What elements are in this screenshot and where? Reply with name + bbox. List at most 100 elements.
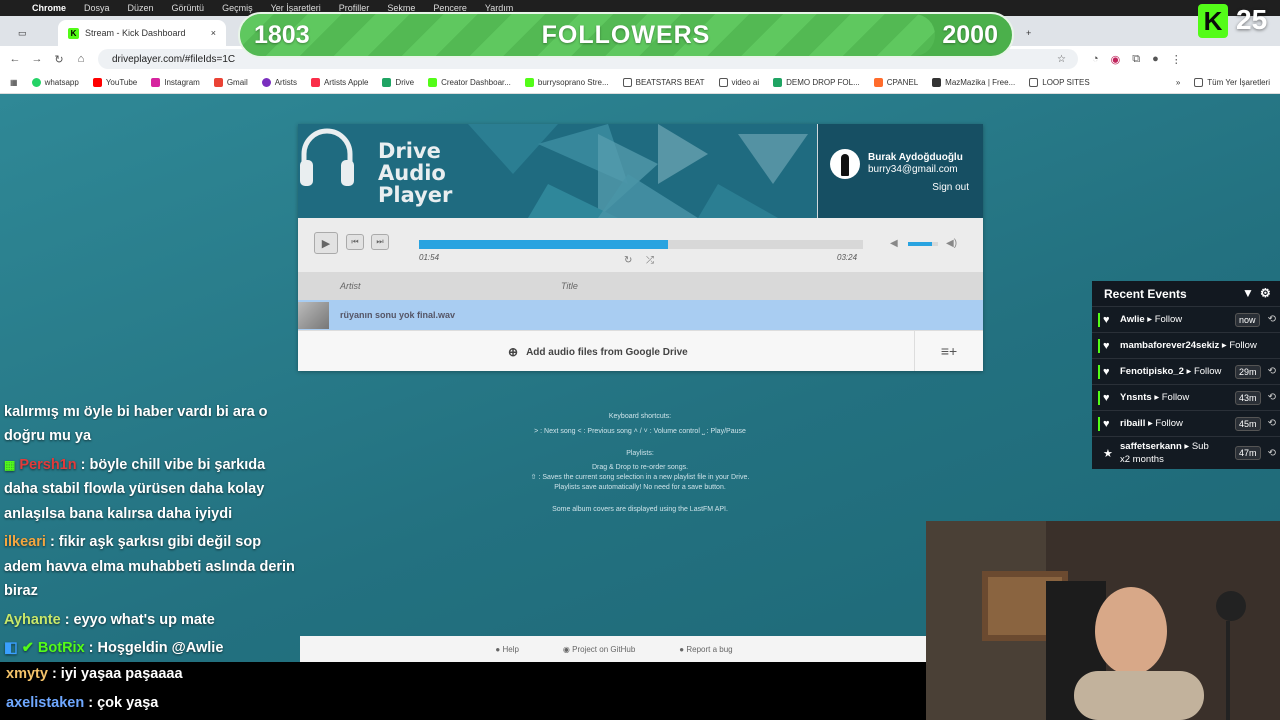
bookmark-item[interactable]: Artists Apple [310, 78, 368, 87]
bookmark-item[interactable]: DEMO DROP FOL... [773, 78, 860, 87]
new-tab-icon[interactable]: + [1016, 20, 1036, 46]
viewer-count: 25 [1236, 4, 1268, 35]
event-row[interactable]: ♥ mambaforever24sekiz ▸ Follow [1092, 332, 1280, 358]
replay-icon[interactable]: ⟲ [1268, 314, 1276, 325]
gmail-icon [213, 78, 223, 87]
gear-icon[interactable]: ⚙ [1260, 286, 1271, 300]
tab-kick-dashboard[interactable]: K Stream - Kick Dashboard × [58, 20, 226, 46]
bookmark-label: YouTube [105, 78, 138, 87]
shuffle-icon[interactable]: ⤮ [646, 255, 654, 266]
menu-item[interactable]: Görüntü [172, 3, 205, 13]
add-from-drive-button[interactable]: ⊕ Add audio files from Google Drive [508, 345, 688, 359]
folder-icon [1194, 78, 1204, 87]
reload-icon[interactable]: ↻ [48, 53, 70, 66]
chat-username[interactable]: Ayhante [4, 612, 61, 628]
chat-username[interactable]: axelistaken [6, 695, 84, 711]
replay-icon[interactable]: ⟲ [1268, 392, 1276, 403]
extensions-puzzle-icon[interactable]: ⧉ [1132, 53, 1140, 66]
event-row[interactable]: ♥ Ynsnts ▸ Follow 43m ⟲ [1092, 384, 1280, 410]
back-icon[interactable]: ← [4, 53, 26, 65]
all-bookmarks-item[interactable]: Tüm Yer İşaretleri [1194, 78, 1270, 87]
apps-grid-icon[interactable]: ▦ [10, 78, 18, 87]
bookmark-item[interactable]: burrysoprano Stre... [524, 78, 609, 87]
bookmark-item[interactable]: Artists [261, 78, 297, 87]
drive-audio-player: Drive Audio Player Burak Aydoğduoğlu bur… [298, 124, 983, 371]
replay-icon[interactable]: ⟲ [1268, 418, 1276, 429]
url-text: driveplayer.com/#fileIds=1C [112, 53, 236, 65]
menu-item[interactable]: Düzen [128, 3, 154, 13]
github-link[interactable]: ◉ Project on GitHub [563, 645, 635, 654]
forward-icon[interactable]: → [26, 53, 48, 65]
bookmark-item[interactable]: Instagram [151, 78, 200, 87]
bookmark-item[interactable]: Creator Dashboar... [428, 78, 511, 87]
event-action: Follow [1193, 366, 1222, 377]
seek-bar-fill [419, 240, 668, 249]
track-row[interactable]: rüyanın sonu yok final.wav [298, 300, 983, 330]
event-text: Ynsnts ▸ Follow [1120, 392, 1190, 403]
bookmark-item[interactable]: BEATSTARS BEAT [622, 78, 705, 87]
report-bug-link[interactable]: ● Report a bug [679, 645, 732, 654]
seek-bar[interactable] [419, 240, 863, 249]
menu-item[interactable]: Geçmiş [222, 3, 253, 13]
bookmark-star-icon[interactable]: ☆ [1057, 54, 1066, 65]
playlist-add-icon[interactable]: ≡+ [914, 331, 983, 371]
extension-icon[interactable]: ◉ [1111, 53, 1121, 66]
event-row[interactable]: ♥ Awlie ▸ Follow now ⟲ [1092, 306, 1280, 332]
bookmark-item[interactable]: Drive [382, 78, 414, 87]
volume-max-icon[interactable]: ◀) [946, 238, 957, 249]
bookmark-item[interactable]: video ai [718, 78, 759, 87]
menu-item[interactable]: Dosya [84, 3, 110, 13]
menu-app-name[interactable]: Chrome [32, 3, 66, 13]
close-tab-icon[interactable]: × [211, 28, 216, 38]
artists-icon [261, 78, 271, 87]
event-row[interactable]: ★ saffetserkann ▸ Sub x2 months 47m ⟲ [1092, 436, 1280, 469]
sidebar-toggle-icon[interactable]: ▭ [8, 20, 48, 46]
chat-text: doğru mu ya [4, 428, 92, 444]
bookmarks-overflow-icon[interactable]: » [1176, 78, 1180, 87]
repeat-icon[interactable]: ↻ [624, 255, 632, 266]
playlists-line: Playlists save automatically! No need fo… [554, 484, 726, 491]
volume-mute-icon[interactable]: ◀ [890, 238, 898, 249]
event-user: Awlie [1120, 314, 1145, 325]
bookmark-item[interactable]: Gmail [213, 78, 248, 87]
event-user: mambaforever24sekiz [1120, 340, 1220, 351]
replay-icon[interactable]: ⟲ [1268, 448, 1276, 459]
event-text: ribaill ▸ Follow [1120, 418, 1183, 429]
play-button[interactable]: ▶ [314, 232, 338, 254]
logo-line: Drive [378, 139, 441, 163]
playlists-line: ⇧ : Saves the current song selection in … [530, 474, 750, 481]
column-title[interactable]: Title [561, 281, 578, 291]
previous-button[interactable]: ⏮ [346, 234, 364, 250]
bookmark-item[interactable]: YouTube [92, 78, 138, 87]
chat-username[interactable]: BotRix [38, 640, 85, 656]
event-row[interactable]: ♥ Fenotipisko_2 ▸ Follow 29m ⟲ [1092, 358, 1280, 384]
playlists-title: Playlists: [626, 450, 654, 457]
volume-slider[interactable] [908, 242, 938, 246]
next-button[interactable]: ⏭ [371, 234, 389, 250]
event-row[interactable]: ♥ ribaill ▸ Follow 45m ⟲ [1092, 410, 1280, 436]
bookmark-label: burrysoprano Stre... [537, 78, 609, 87]
column-artist[interactable]: Artist [340, 281, 361, 291]
lastfm-note: Some album covers are displayed using th… [552, 506, 728, 513]
chat-username[interactable]: Persh1n [19, 457, 76, 473]
bookmark-label: Tüm Yer İşaretleri [1207, 78, 1270, 87]
help-link[interactable]: ● Help [495, 645, 519, 654]
chat-username[interactable]: xmyty [6, 666, 48, 682]
bookmarks-bar: ▦ whatsapp YouTube Instagram Gmail Artis… [0, 72, 1280, 94]
filter-icon[interactable]: ▼ [1242, 286, 1254, 300]
bug-label: Report a bug [686, 644, 733, 654]
chrome-menu-icon[interactable]: ⋮ [1171, 53, 1182, 66]
extension-icon[interactable]: ◔ [1092, 53, 1099, 66]
sign-out-link[interactable]: Sign out [932, 182, 969, 193]
bookmark-item[interactable]: MazMazika | Free... [932, 78, 1015, 87]
bookmark-item[interactable]: CPANEL [873, 78, 918, 87]
event-text: saffetserkann ▸ Sub x2 months [1120, 441, 1209, 465]
event-time: 45m [1235, 416, 1261, 431]
headphones-logo-icon [300, 128, 354, 186]
home-icon[interactable]: ⌂ [70, 53, 92, 65]
bookmark-item[interactable]: whatsapp [31, 78, 79, 87]
replay-icon[interactable]: ⟲ [1268, 366, 1276, 377]
chat-username[interactable]: ilkeari [4, 534, 46, 550]
bookmark-item[interactable]: LOOP SITES [1029, 78, 1090, 87]
profile-icon[interactable]: ● [1152, 53, 1159, 66]
